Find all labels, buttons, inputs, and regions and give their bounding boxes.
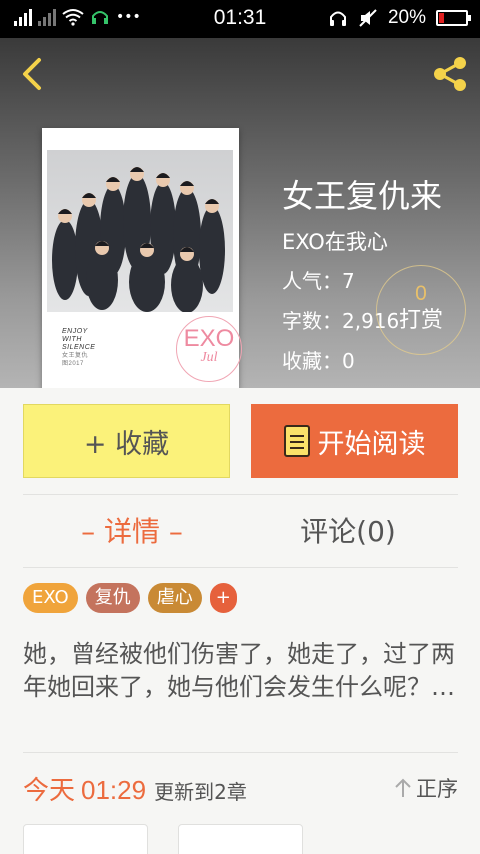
status-bar: ••• 01:31 20% bbox=[0, 0, 480, 38]
tip-label: 打赏 bbox=[398, 308, 443, 333]
share-icon bbox=[434, 57, 466, 91]
book-description[interactable]: 她，曾经被他们伤害了，她走了，过了两年她回来了，她与他们会发生什么呢？… bbox=[23, 638, 463, 704]
stat-favorites: 收藏：0 bbox=[282, 349, 355, 373]
favorite-label: + 收藏 bbox=[83, 428, 170, 460]
latest-update: 今天 01:29 更新到2章 bbox=[23, 770, 247, 807]
battery-percent: 20% bbox=[387, 7, 426, 28]
tag-revenge[interactable]: 复仇 bbox=[85, 583, 140, 613]
stat-popularity: 人气：7 bbox=[282, 269, 355, 293]
book-icon bbox=[283, 425, 310, 457]
battery-icon bbox=[436, 10, 471, 26]
tab-detail[interactable]: – 详情 – bbox=[40, 510, 224, 554]
book-title: 女王复仇来 bbox=[282, 177, 443, 215]
tip-count: 0 bbox=[415, 282, 427, 305]
favorite-button[interactable]: + 收藏 bbox=[23, 404, 230, 478]
back-button[interactable] bbox=[14, 56, 50, 92]
divider bbox=[23, 752, 458, 753]
tag-exo[interactable]: EXO bbox=[23, 583, 78, 613]
update-date: 今天 bbox=[23, 776, 76, 806]
book-author[interactable]: EXO在我心 bbox=[282, 228, 388, 256]
sort-label: 正序 bbox=[416, 777, 458, 801]
tab-comments[interactable]: 评论(0) bbox=[256, 510, 440, 554]
chapter-card[interactable] bbox=[23, 824, 148, 854]
add-tag-button[interactable]: + bbox=[209, 583, 237, 613]
divider bbox=[23, 567, 458, 568]
book-header: ENJOY WITH SILENCE 女王复仇 图2017 EXO Jul 女王… bbox=[0, 38, 480, 388]
tag-list: EXO 复仇 虐心 + bbox=[23, 583, 237, 613]
start-reading-label: 开始阅读 bbox=[317, 428, 426, 460]
cover-stamp: EXO Jul bbox=[176, 316, 242, 382]
start-reading-button[interactable]: 开始阅读 bbox=[251, 404, 458, 478]
update-time: 01:29 bbox=[81, 775, 147, 805]
arrow-up-icon bbox=[395, 778, 411, 797]
status-right-icons: 20% bbox=[328, 7, 471, 29]
chapter-card[interactable] bbox=[178, 824, 303, 854]
divider bbox=[23, 494, 458, 495]
headphones-icon bbox=[329, 11, 346, 26]
share-button[interactable] bbox=[430, 54, 470, 94]
cover-caption: ENJOY WITH SILENCE 女王复仇 图2017 bbox=[62, 328, 96, 367]
tip-button[interactable]: 0 打赏 bbox=[376, 265, 466, 355]
sort-toggle[interactable]: 正序 bbox=[394, 773, 458, 803]
book-cover[interactable]: ENJOY WITH SILENCE 女王复仇 图2017 EXO Jul bbox=[42, 128, 242, 388]
mute-icon bbox=[359, 9, 377, 27]
update-info: 更新到2章 bbox=[154, 780, 247, 804]
cover-group-photo bbox=[47, 150, 233, 312]
chevron-left-icon bbox=[23, 58, 41, 90]
tag-heartbreak[interactable]: 虐心 bbox=[147, 583, 202, 613]
